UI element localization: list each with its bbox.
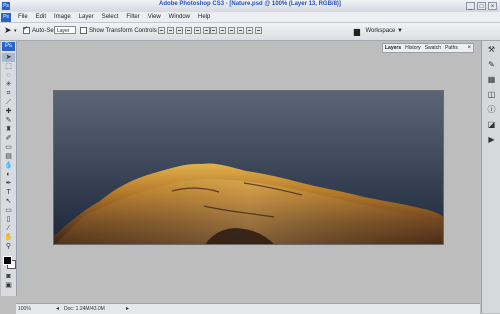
pen-tool-icon[interactable]: ✒	[2, 179, 15, 188]
quick-mask-icon[interactable]: ◙	[2, 272, 15, 281]
menu-help[interactable]: Help	[194, 14, 214, 20]
tool-preset-arrow-icon[interactable]: ▾	[14, 28, 17, 34]
tab-paths[interactable]: Paths	[443, 45, 460, 51]
menu-file[interactable]: File	[14, 14, 32, 20]
workspace-icon[interactable]: ▆	[354, 27, 360, 36]
layers-panel-tabs: Layers History Swatch Paths ×	[382, 43, 474, 53]
screen-mode-icon[interactable]: ▣	[2, 281, 15, 290]
menu-bar: Ps File Edit Image Layer Select Filter V…	[0, 12, 500, 23]
color-swatches	[2, 255, 16, 269]
menu-select[interactable]: Select	[98, 14, 123, 20]
swatch-icon[interactable]: ▦	[486, 74, 498, 85]
tools-icon[interactable]: ⚒	[486, 44, 498, 55]
path-selection-tool-icon[interactable]: ↖	[2, 197, 15, 206]
eraser-tool-icon[interactable]: ▭	[2, 143, 15, 152]
marquee-tool-icon[interactable]: ⬚	[2, 62, 15, 71]
rock-artwork	[54, 163, 443, 244]
tab-layers[interactable]: Layers	[383, 45, 403, 51]
menu-window[interactable]: Window	[165, 14, 194, 20]
move-tool-icon[interactable]: ➤	[4, 26, 12, 35]
menu-view[interactable]: View	[144, 14, 165, 20]
brush-tool-icon[interactable]: ✎	[2, 116, 15, 125]
magic-wand-tool-icon[interactable]: ✳	[2, 80, 15, 89]
right-panel-dock: ⚒ ✎ ▦ ◫ ⓘ ◪ ▶	[481, 41, 500, 313]
dodge-tool-icon[interactable]: ◐	[2, 170, 15, 179]
close-button[interactable]: ×	[488, 2, 497, 10]
distribute-hcenter-icon[interactable]	[246, 27, 253, 34]
notes-tool-icon[interactable]: ▯	[2, 215, 15, 224]
window-controls: _ □ ×	[466, 2, 497, 10]
actions-icon[interactable]: ▶	[486, 134, 498, 145]
align-top-icon[interactable]	[158, 27, 165, 34]
minimize-button[interactable]: _	[466, 2, 475, 10]
distribute-left-icon[interactable]	[237, 27, 244, 34]
window-title: Adobe Photoshop CS3 - [Nature.psd @ 100%…	[159, 1, 341, 7]
auto-select-dropdown[interactable]: Layer	[54, 26, 76, 34]
distribute-right-icon[interactable]	[255, 27, 262, 34]
status-menu-icon[interactable]: ▸	[126, 305, 129, 312]
distribute-top-icon[interactable]	[210, 27, 217, 34]
menu-filter[interactable]: Filter	[122, 14, 143, 20]
eyedropper-tool-icon[interactable]: ⁄	[2, 224, 15, 233]
zoom-tool-icon[interactable]: ⚲	[2, 242, 15, 251]
tab-history[interactable]: History	[403, 45, 423, 51]
healing-brush-tool-icon[interactable]: ✚	[2, 107, 15, 116]
tab-swatches[interactable]: Swatch	[423, 45, 443, 51]
menu-edit[interactable]: Edit	[32, 14, 50, 20]
foreground-color-swatch[interactable]	[2, 256, 12, 265]
distribute-buttons	[210, 27, 262, 34]
show-transform-checkbox[interactable]	[80, 27, 87, 34]
status-arrow-icon[interactable]: ◂	[56, 305, 59, 312]
toolbox: Ps ➤ ⬚ ◌ ✳ ⌗ ⟋ ✚ ✎ ♜ ✐ ▭ ▤ 💧 ◐ ✒ T ↖ ▭ ▯…	[1, 41, 17, 296]
move-tool-icon[interactable]: ➤	[2, 53, 15, 62]
ps-logo-icon: Ps	[1, 12, 11, 22]
panel-close-icon[interactable]: ×	[467, 45, 471, 51]
lasso-tool-icon[interactable]: ◌	[2, 71, 15, 80]
align-bottom-icon[interactable]	[176, 27, 183, 34]
menu-layer[interactable]: Layer	[75, 14, 98, 20]
distribute-vcenter-icon[interactable]	[219, 27, 226, 34]
toolbox-ps-logo-icon: Ps	[2, 42, 15, 51]
workspace-menu[interactable]: Workspace ▼	[365, 28, 403, 34]
gradient-tool-icon[interactable]: ▤	[2, 152, 15, 161]
layers-icon[interactable]: ◫	[486, 89, 498, 100]
hand-tool-icon[interactable]: ✋	[2, 233, 15, 242]
type-tool-icon[interactable]: T	[2, 188, 15, 197]
maximize-button[interactable]: □	[477, 2, 486, 10]
slice-tool-icon[interactable]: ⟋	[2, 98, 15, 107]
auto-select-checkbox[interactable]	[23, 25, 30, 34]
align-right-icon[interactable]	[203, 27, 210, 34]
zoom-level[interactable]: 100%	[18, 306, 31, 312]
align-buttons	[158, 27, 210, 34]
crop-tool-icon[interactable]: ⌗	[2, 89, 15, 98]
history-brush-tool-icon[interactable]: ✐	[2, 134, 15, 143]
align-left-icon[interactable]	[185, 27, 192, 34]
document-canvas[interactable]	[53, 90, 444, 245]
doc-size: Doc: 1.24M/43.0M	[64, 306, 105, 312]
status-bar: 100% ◂ Doc: 1.24M/43.0M ▸	[16, 303, 480, 314]
shape-tool-icon[interactable]: ▭	[2, 206, 15, 215]
info-icon[interactable]: ⓘ	[486, 104, 498, 115]
menu-image[interactable]: Image	[50, 14, 75, 20]
show-transform-toggle[interactable]: Show Transform Controls	[80, 27, 157, 34]
blur-tool-icon[interactable]: 💧	[2, 161, 15, 170]
clone-stamp-tool-icon[interactable]: ♜	[2, 125, 15, 134]
distribute-bottom-icon[interactable]	[228, 27, 235, 34]
options-bar: ➤ ▾ Auto-Select: Layer Show Transform Co…	[0, 23, 500, 41]
align-vcenter-icon[interactable]	[167, 27, 174, 34]
navigator-icon[interactable]: ◪	[486, 119, 498, 130]
align-hcenter-icon[interactable]	[194, 27, 201, 34]
show-transform-label: Show Transform Controls	[89, 28, 157, 35]
brush-icon[interactable]: ✎	[486, 59, 498, 70]
